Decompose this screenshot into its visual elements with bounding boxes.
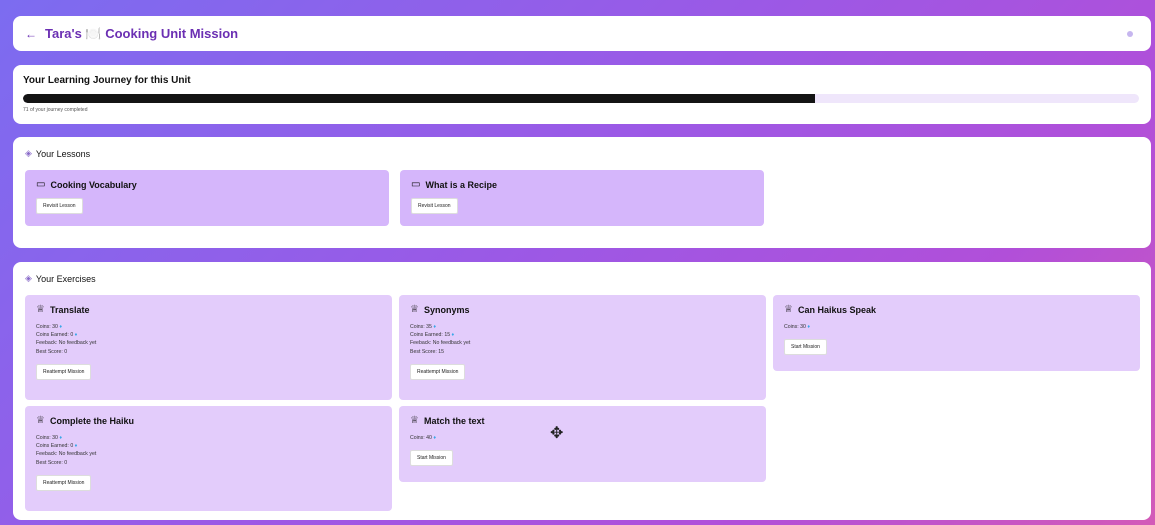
exercise-title: ♕ Synonyms	[410, 304, 755, 315]
journey-progress-bar	[23, 94, 1139, 103]
gem-icon: ♦	[74, 332, 78, 339]
exercise-coins: Coins: 40 ♦	[410, 434, 755, 442]
book-icon: ▭	[36, 179, 46, 190]
exercise-card: ♕ Translate Coins: 30 ♦ Coins Earned: 0 …	[25, 295, 392, 400]
exercise-coins: Coins: 30 ♦	[36, 434, 381, 442]
layers-icon: ◈	[25, 273, 32, 283]
journey-progress-fill	[23, 94, 816, 103]
exercise-meta: Coins: 35 ♦ Coins Earned: 15 ♦ Feeback: …	[410, 323, 755, 356]
back-arrow-icon[interactable]: ←	[25, 27, 37, 41]
exercise-coins-earned: Coins Earned: 0 ♦	[36, 442, 381, 450]
journey-title: Your Learning Journey for this Unit	[23, 75, 191, 86]
lesson-card: ▭ Cooking Vocabulary Revisit Lesson	[25, 170, 389, 226]
coins-text: Coins: 30	[36, 324, 58, 330]
reattempt-mission-button[interactable]: Reattempt Mission	[410, 363, 466, 380]
trophy-icon: ♕	[36, 304, 45, 315]
exercise-coins-earned: Coins Earned: 15 ♦	[410, 331, 755, 339]
exercises-heading: ◈ Your Exercises	[25, 273, 96, 284]
coins-earned-text: Coins Earned: 0	[36, 332, 74, 339]
trophy-icon: ♕	[410, 415, 419, 426]
exercise-meta: Coins: 30 ♦ Coins Earned: 0 ♦ Feeback: N…	[36, 323, 381, 356]
gem-icon: ♦	[59, 324, 63, 330]
move-cursor-icon: ✥	[550, 425, 564, 442]
gem-icon: ♦	[433, 324, 437, 330]
lesson-title: ▭ Cooking Vocabulary	[36, 179, 378, 190]
exercises-section: ◈ Your Exercises ♕ Translate Coins: 30 ♦…	[13, 262, 1151, 520]
exercise-coins: Coins: 30 ♦	[784, 323, 1129, 331]
lessons-heading-label: Your Lessons	[35, 148, 91, 159]
page-title: Tara's 🍽️ Cooking Unit Mission	[45, 25, 239, 41]
exercise-card: ♕ Can Haikus Speak Coins: 30 ♦ Start Mis…	[773, 295, 1140, 371]
trophy-icon: ♕	[410, 304, 419, 315]
status-dot-icon	[1127, 31, 1133, 37]
exercise-title: ♕ Translate	[36, 304, 381, 315]
exercise-title-label: Complete the Haiku	[49, 415, 134, 426]
exercise-meta: Coins: 30 ♦ Coins Earned: 0 ♦ Feeback: N…	[36, 434, 381, 467]
exercise-title: ♕ Can Haikus Speak	[784, 304, 1129, 315]
gem-icon: ♦	[433, 435, 437, 441]
exercise-best-score: Best Score: 0	[36, 459, 68, 466]
exercise-coins: Coins: 30 ♦	[36, 323, 381, 331]
exercise-title-label: Can Haikus Speak	[797, 304, 877, 315]
coins-text: Coins: 30	[36, 435, 58, 441]
gem-icon: ♦	[807, 324, 811, 330]
layers-icon: ◈	[25, 148, 32, 158]
exercise-title: ♕ Complete the Haiku	[36, 415, 381, 426]
lessons-section: ◈ Your Lessons ▭ Cooking Vocabulary Revi…	[13, 137, 1151, 248]
lesson-title-label: What is a Recipe	[425, 179, 497, 190]
exercise-card: ♕ Synonyms Coins: 35 ♦ Coins Earned: 15 …	[399, 295, 766, 400]
revisit-lesson-button[interactable]: Revisit Lesson	[411, 198, 458, 214]
learning-journey-card: Your Learning Journey for this Unit 71 o…	[13, 65, 1151, 124]
exercise-card: ♕ Complete the Haiku Coins: 30 ♦ Coins E…	[25, 406, 392, 511]
trophy-icon: ♕	[784, 304, 793, 315]
revisit-lesson-button[interactable]: Revisit Lesson	[36, 198, 83, 214]
exercise-title-label: Match the text	[423, 415, 485, 426]
lesson-title-label: Cooking Vocabulary	[50, 179, 137, 190]
exercise-best-score: Best Score: 0	[36, 348, 68, 355]
coins-earned-text: Coins Earned: 0	[36, 443, 74, 450]
header-bar: ← Tara's 🍽️ Cooking Unit Mission	[13, 16, 1151, 51]
exercise-title: ♕ Match the text	[410, 415, 755, 426]
exercises-heading-label: Your Exercises	[35, 273, 96, 284]
exercise-title-label: Translate	[49, 304, 90, 315]
lesson-card: ▭ What is a Recipe Revisit Lesson	[400, 170, 764, 226]
exercise-title-label: Synonyms	[423, 304, 470, 315]
exercise-feedback: Feeback: No feedback yet	[36, 451, 97, 458]
exercise-meta: Coins: 40 ♦	[410, 434, 755, 442]
coins-earned-text: Coins Earned: 15	[410, 332, 451, 339]
start-mission-button[interactable]: Start Mission	[410, 450, 453, 467]
book-icon: ▭	[411, 179, 421, 190]
reattempt-mission-button[interactable]: Reattempt Mission	[36, 474, 92, 491]
trophy-icon: ♕	[36, 415, 45, 426]
start-mission-button[interactable]: Start Mission	[784, 339, 827, 356]
coins-text: Coins: 30	[784, 324, 806, 330]
exercise-feedback: Feeback: No feedback yet	[410, 340, 471, 347]
gem-icon: ♦	[59, 435, 63, 441]
exercise-meta: Coins: 30 ♦	[784, 323, 1129, 331]
reattempt-mission-button[interactable]: Reattempt Mission	[36, 363, 92, 380]
lesson-title: ▭ What is a Recipe	[411, 179, 753, 190]
exercise-feedback: Feeback: No feedback yet	[36, 340, 97, 347]
lessons-heading: ◈ Your Lessons	[25, 148, 90, 159]
journey-progress-label: 71 of your journey completed	[23, 107, 88, 113]
gem-icon: ♦	[451, 332, 455, 339]
exercise-card: ♕ Match the text Coins: 40 ♦ Start Missi…	[399, 406, 766, 482]
exercise-coins-earned: Coins Earned: 0 ♦	[36, 331, 381, 339]
exercise-best-score: Best Score: 15	[410, 348, 445, 355]
coins-text: Coins: 35	[410, 324, 432, 330]
coins-text: Coins: 40	[410, 435, 432, 441]
gem-icon: ♦	[74, 443, 78, 450]
exercise-coins: Coins: 35 ♦	[410, 323, 755, 331]
